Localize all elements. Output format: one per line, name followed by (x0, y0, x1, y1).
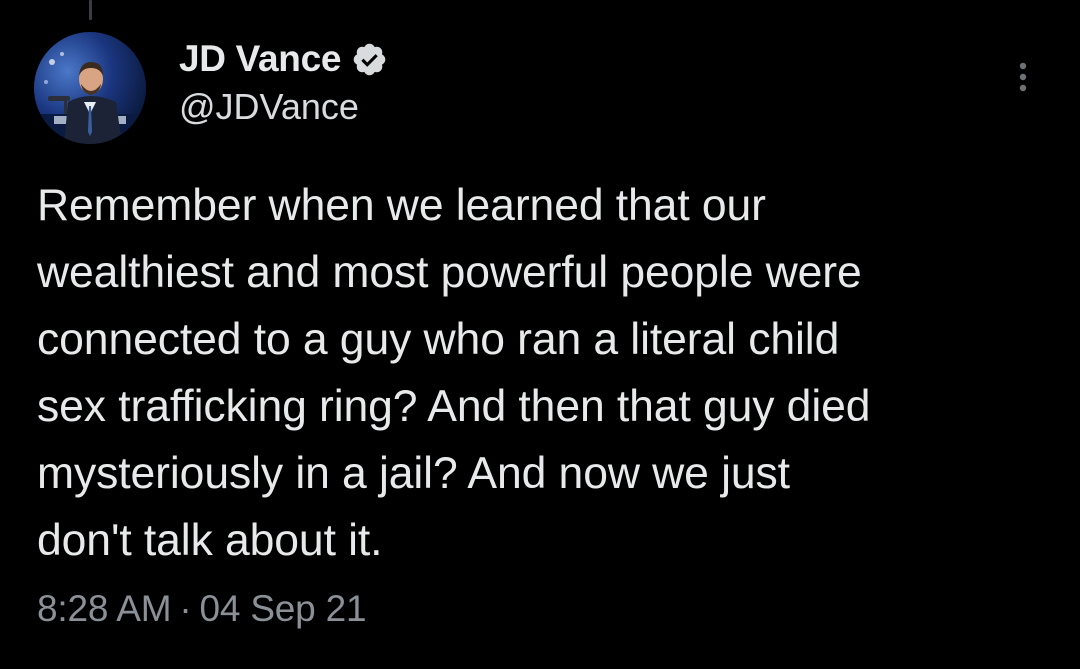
author-name-row: JD Vance (179, 36, 388, 82)
meta-separator: · (179, 588, 192, 629)
tweet-header: JD Vance @JDVance (179, 36, 388, 128)
tweet-text: Remember when we learned that our wealth… (37, 181, 871, 565)
author-handle[interactable]: @JDVance (179, 86, 388, 128)
author-display-name[interactable]: JD Vance (179, 38, 341, 80)
more-vertical-icon[interactable] (1013, 60, 1033, 100)
tweet-time: 8:28 AM (37, 588, 172, 629)
avatar[interactable] (34, 32, 146, 144)
profile-photo (34, 32, 146, 144)
verified-badge-icon (351, 41, 388, 78)
tweet-timestamp[interactable]: 8:28 AM · 04 Sep 21 (37, 588, 367, 630)
thread-connector-line (89, 0, 92, 20)
tweet-date: 04 Sep 21 (199, 588, 367, 629)
